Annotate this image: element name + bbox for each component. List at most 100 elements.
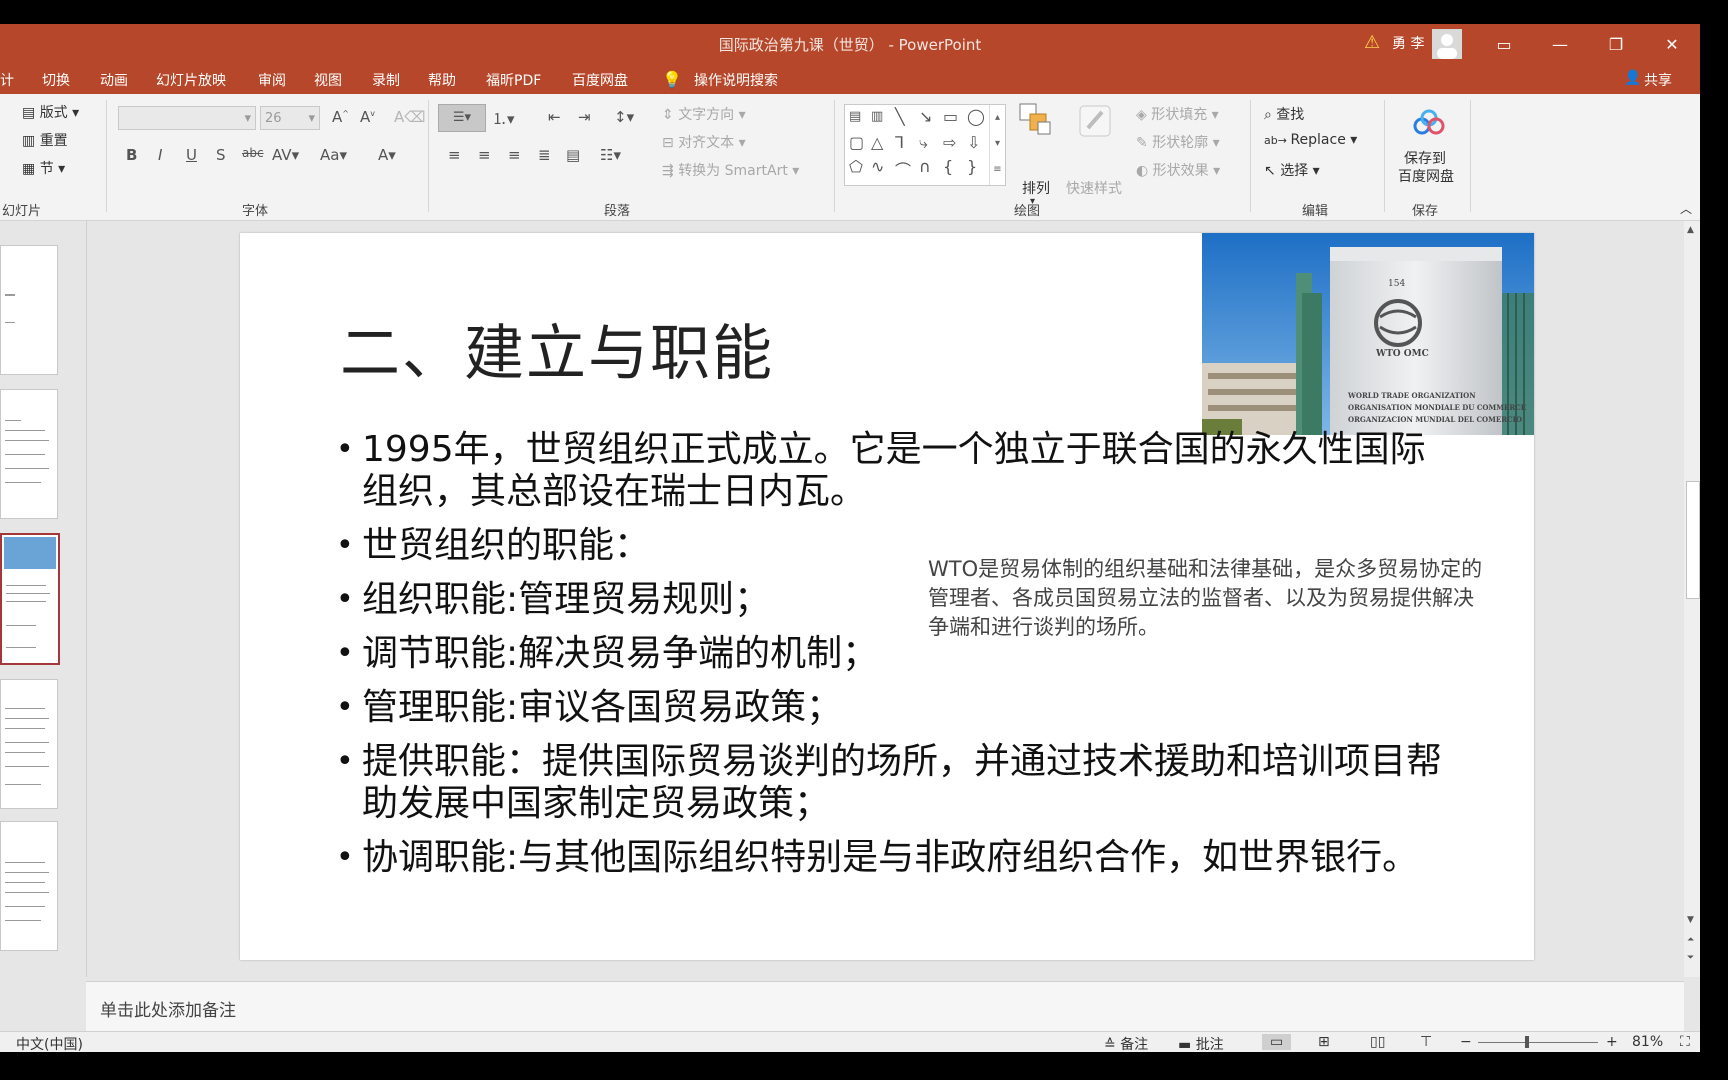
tab-baidu-netdisk[interactable]: 百度网盘 — [572, 70, 628, 90]
shadow-icon[interactable]: S — [216, 146, 226, 164]
font-size-combo[interactable]: 26 ▾ — [260, 106, 320, 130]
oval-icon[interactable]: ◯ — [967, 107, 985, 126]
line-icon[interactable]: ╲ — [895, 107, 905, 126]
rounded-rect-icon[interactable]: ▢ — [849, 133, 864, 152]
notes-button[interactable]: ≙ 备注 — [1104, 1034, 1148, 1052]
user-name[interactable]: 勇 李 — [1392, 33, 1424, 53]
select-button[interactable]: ↖ 选择 ▾ — [1264, 160, 1320, 180]
tab-help[interactable]: 帮助 — [428, 70, 456, 90]
tab-design[interactable]: 计 — [0, 70, 14, 90]
bullets-icon[interactable]: ☰▾ — [438, 104, 486, 132]
shape-fill-button[interactable]: ◈ 形状填充 ▾ — [1136, 104, 1219, 124]
zoom-slider[interactable] — [1478, 1036, 1598, 1048]
comments-button[interactable]: ▬ 批注 — [1178, 1034, 1224, 1052]
numbering-icon[interactable]: ⒈▾ — [492, 108, 515, 129]
shape-effects-button[interactable]: ◐ 形状效果 ▾ — [1136, 160, 1220, 180]
right-arrow-icon[interactable]: ⇨ — [943, 133, 956, 152]
italic-icon[interactable]: I — [158, 146, 162, 164]
find-button[interactable]: ⌕ 查找 — [1264, 104, 1304, 124]
language-indicator[interactable]: 中文(中国) — [16, 1034, 83, 1052]
tab-transitions[interactable]: 切换 — [42, 70, 70, 90]
scribble-icon[interactable]: ∿ — [871, 157, 884, 176]
close-icon[interactable]: ✕ — [1644, 24, 1700, 64]
arrange-button[interactable]: 排列 — [1022, 178, 1050, 198]
slide-sorter-icon[interactable]: ⊞ — [1318, 1034, 1330, 1050]
elbow-connector-icon[interactable]: ⅂ — [895, 133, 904, 152]
side-note-textbox[interactable]: WTO是贸易体制的组织基础和法律基础，是众多贸易协定的管理者、各成员国贸易立法的… — [928, 555, 1488, 642]
freeform-icon[interactable]: ⬠ — [849, 157, 863, 176]
zoom-slider-thumb[interactable] — [1525, 1036, 1529, 1048]
textbox-icon[interactable]: ▤ — [849, 109, 861, 124]
zoom-level[interactable]: 81% — [1632, 1034, 1663, 1050]
down-arrow-icon[interactable]: ⇩ — [967, 133, 980, 152]
zoom-out-icon[interactable]: − — [1460, 1034, 1472, 1050]
slide-canvas[interactable]: 二、建立与职能 154 WTO OMC WORLD TRADE ORGANIZA… — [240, 233, 1534, 960]
normal-view-icon[interactable]: ▭ — [1262, 1034, 1292, 1050]
slide-thumbnail[interactable] — [0, 389, 58, 519]
strikethrough-icon[interactable]: abc — [242, 146, 264, 160]
tab-record[interactable]: 录制 — [372, 70, 400, 90]
tab-view[interactable]: 视图 — [314, 70, 342, 90]
next-slide-icon[interactable]: ⏷ — [1687, 953, 1694, 963]
align-center-icon[interactable]: ≡ — [478, 146, 491, 164]
wto-photo[interactable]: 154 WTO OMC WORLD TRADE ORGANIZATION ORG… — [1202, 233, 1534, 435]
convert-smartart-button[interactable]: ⇶ 转换为 SmartArt ▾ — [662, 160, 799, 180]
slide-title[interactable]: 二、建立与职能 — [340, 305, 774, 392]
font-color-icon[interactable]: A▾ — [378, 146, 396, 164]
slide-thumbnail-current[interactable] — [0, 533, 60, 665]
vertical-textbox-icon[interactable]: ▥ — [871, 109, 883, 124]
underline-icon[interactable]: U — [186, 146, 197, 164]
tab-animations[interactable]: 动画 — [100, 70, 128, 90]
save-to-baidu-line1[interactable]: 保存到 — [1404, 148, 1446, 168]
slide-thumbnail[interactable] — [0, 821, 58, 951]
elbow-arrow-icon[interactable]: ⤷ — [919, 133, 928, 153]
scrollbar-thumb[interactable] — [1686, 481, 1700, 599]
collapse-ribbon-icon[interactable]: ︿ — [1680, 200, 1692, 217]
restore-icon[interactable]: ❐ — [1588, 24, 1644, 64]
avatar[interactable] — [1432, 29, 1462, 59]
align-right-icon[interactable]: ≡ — [508, 146, 521, 164]
decrease-indent-icon[interactable]: ⇤ — [548, 108, 561, 126]
clear-format-icon[interactable]: A⌫ — [394, 108, 425, 126]
reading-view-icon[interactable]: ▯▯ — [1370, 1034, 1385, 1050]
arc-icon[interactable]: ⌒ — [895, 157, 911, 181]
reset-button[interactable]: ▥ 重置 — [22, 130, 68, 150]
bullet-list[interactable]: • 1995年，世贸组织正式成立。它是一个独立于联合国的永久性国际组织，其总部设在… — [336, 429, 1456, 891]
columns-icon[interactable]: ☷▾ — [600, 146, 621, 164]
replace-button[interactable]: ab→ Replace ▾ — [1264, 132, 1357, 148]
scroll-up-icon[interactable]: ▲ — [1687, 225, 1694, 235]
zoom-in-icon[interactable]: + — [1606, 1034, 1618, 1050]
slideshow-icon[interactable]: ⊤ — [1420, 1034, 1432, 1050]
align-left-icon[interactable]: ≡ — [448, 146, 461, 164]
rectangle-icon[interactable]: ▭ — [943, 107, 958, 126]
layout-button[interactable]: ▤ 版式 ▾ — [22, 102, 79, 122]
slide-thumbnail[interactable] — [0, 679, 58, 809]
curve-icon[interactable]: ∩ — [919, 157, 931, 176]
tab-foxit-pdf[interactable]: 福昕PDF — [486, 70, 541, 90]
char-spacing-icon[interactable]: AV▾ — [272, 146, 299, 164]
shape-outline-button[interactable]: ✎ 形状轮廓 ▾ — [1136, 132, 1220, 152]
share-button[interactable]: 共享 — [1644, 70, 1672, 90]
shapes-gallery[interactable]: ▤ ▥ ╲ ↘ ▭ ◯ ▢ △ ⅂ ⤷ ⇨ ⇩ ⬠ ∿ ⌒ ∩ { } ▴ ▾ ≡ — [844, 104, 1006, 186]
increase-indent-icon[interactable]: ⇥ — [578, 108, 591, 126]
tab-review[interactable]: 审阅 — [258, 70, 286, 90]
slide-thumbnail[interactable] — [0, 245, 58, 375]
triangle-icon[interactable]: △ — [871, 133, 883, 152]
save-to-baidu-line2[interactable]: 百度网盘 — [1398, 166, 1454, 186]
line-spacing-icon[interactable]: ↕▾ — [614, 108, 634, 126]
align-text-button[interactable]: ⊟ 对齐文本 ▾ — [662, 132, 746, 152]
ribbon-display-icon[interactable]: ▭ — [1476, 24, 1532, 64]
justify-icon[interactable]: ≣ — [538, 146, 551, 164]
notes-pane[interactable]: 单击此处添加备注 — [86, 981, 1684, 1032]
vertical-scrollbar[interactable]: ▲ ▼ ⏶ ⏷ — [1684, 221, 1700, 977]
right-brace-icon[interactable]: } — [967, 157, 977, 176]
quick-styles-button[interactable]: 快速样式 — [1066, 178, 1122, 198]
previous-slide-icon[interactable]: ⏶ — [1687, 935, 1694, 945]
arrow-line-icon[interactable]: ↘ — [919, 107, 932, 126]
left-brace-icon[interactable]: { — [943, 157, 953, 176]
warning-icon[interactable]: ⚠ — [1364, 32, 1380, 53]
shrink-font-icon[interactable]: Av — [360, 108, 375, 126]
font-name-combo[interactable]: ▾ — [118, 106, 256, 130]
section-button[interactable]: ▦ 节 ▾ — [22, 158, 65, 178]
scroll-down-icon[interactable]: ▼ — [1687, 915, 1694, 925]
